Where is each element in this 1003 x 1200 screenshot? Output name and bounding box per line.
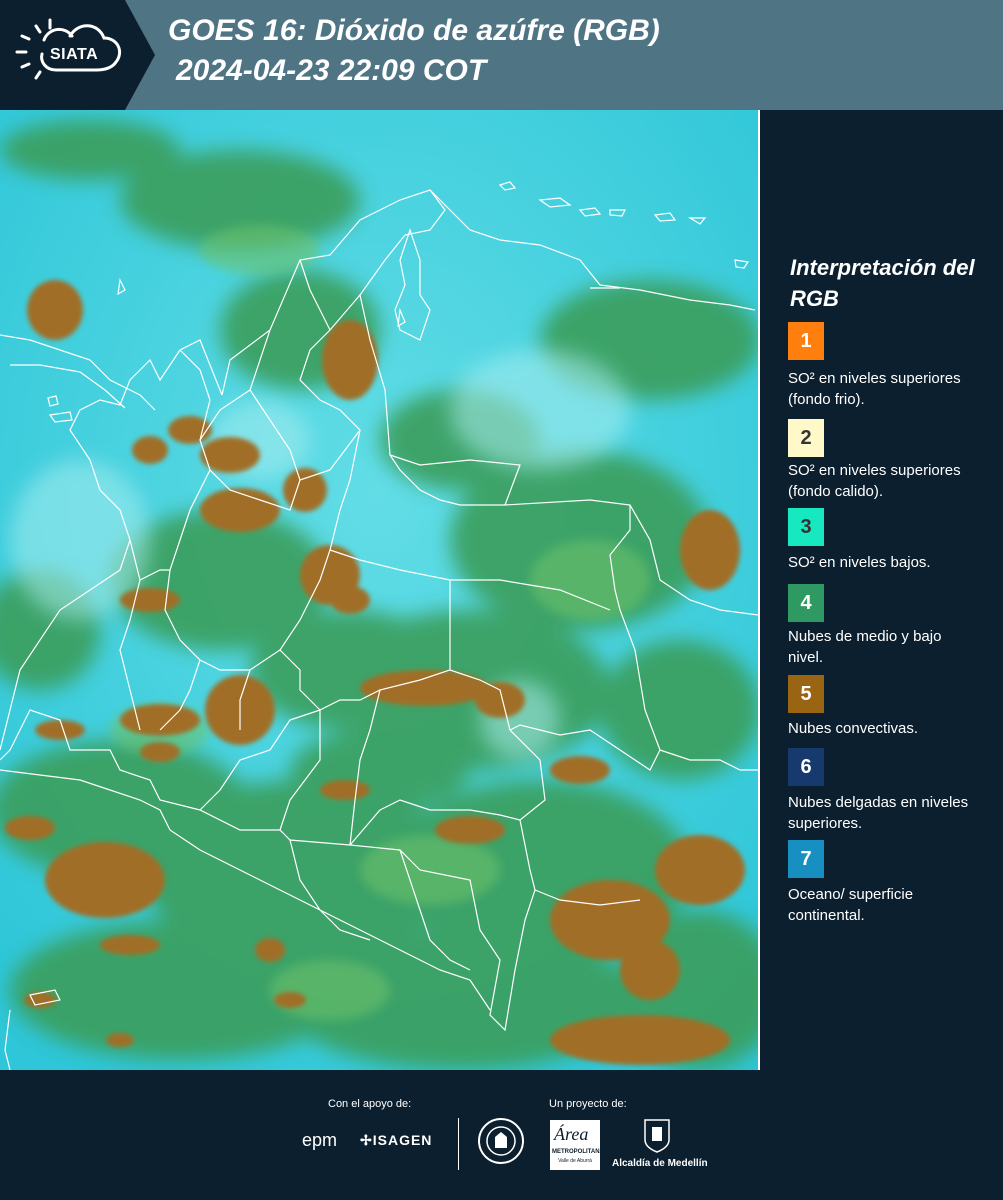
legend-swatch-3: 3 xyxy=(788,508,824,546)
legend-label-6: Nubes delgadas en niveles superiores. xyxy=(788,794,969,832)
area-logo-script: Área xyxy=(554,1124,589,1144)
area-logo-subtext: Valle de Aburrá xyxy=(558,1158,592,1164)
epm-logo: epm xyxy=(302,1130,338,1150)
page-title: GOES 16: Dióxido de azúfre (RGB) xyxy=(168,14,660,47)
header-bar: SIATA GOES 16: Dióxido de azúfre (RGB) 2… xyxy=(0,0,1003,110)
area-logo-text: METROPOLITANA xyxy=(552,1149,604,1155)
legend-swatch-4: 4 xyxy=(788,584,824,622)
legend-swatch-2: 2 xyxy=(788,419,824,457)
project-label: Un proyecto de: xyxy=(549,1098,627,1110)
siata-logo: SIATA xyxy=(0,0,155,110)
alcaldia-label: Alcaldía de Medellín xyxy=(612,1158,708,1169)
legend-label-7: Oceano/ superficie continental. xyxy=(788,886,914,924)
footer-divider xyxy=(458,1118,459,1170)
legend-swatch-6: 6 xyxy=(788,748,824,786)
legend-swatch-5: 5 xyxy=(788,675,824,713)
legend-label-4: Nubes de medio y bajo nivel. xyxy=(788,628,942,666)
satellite-map[interactable] xyxy=(0,110,760,1070)
legend-swatch-7: 7 xyxy=(788,840,824,878)
legend-label-2: SO² en niveles superiores (fondo calido)… xyxy=(788,462,961,500)
legend-label-5: Nubes convectivas. xyxy=(788,720,919,737)
legend-label-1: SO² en niveles superiores (fondo frio). xyxy=(788,370,961,408)
legend-label-3: SO² en niveles bajos. xyxy=(788,554,931,571)
medellin-seal-icon xyxy=(478,1118,524,1164)
isagen-logo: ✢ISAGEN xyxy=(360,1132,433,1148)
area-metropolitana-logo: Área METROPOLITANA Valle de Aburrá xyxy=(550,1120,604,1170)
timestamp: 2024-04-23 22:09 COT xyxy=(176,54,487,87)
legend-swatch-1: 1 xyxy=(788,322,824,360)
logo-text: SIATA xyxy=(50,46,99,63)
alcaldia-shield-icon xyxy=(643,1118,671,1154)
support-label: Con el apoyo de: xyxy=(328,1098,412,1110)
isagen-icon: ✢ xyxy=(360,1132,373,1148)
legend-title: Interpretación del RGB xyxy=(790,255,975,311)
legend-panel: Interpretación del RGB 1 SO² en niveles … xyxy=(770,110,1003,1070)
footer: Con el apoyo de: Un proyecto de: epm ✢IS… xyxy=(0,1070,1003,1200)
